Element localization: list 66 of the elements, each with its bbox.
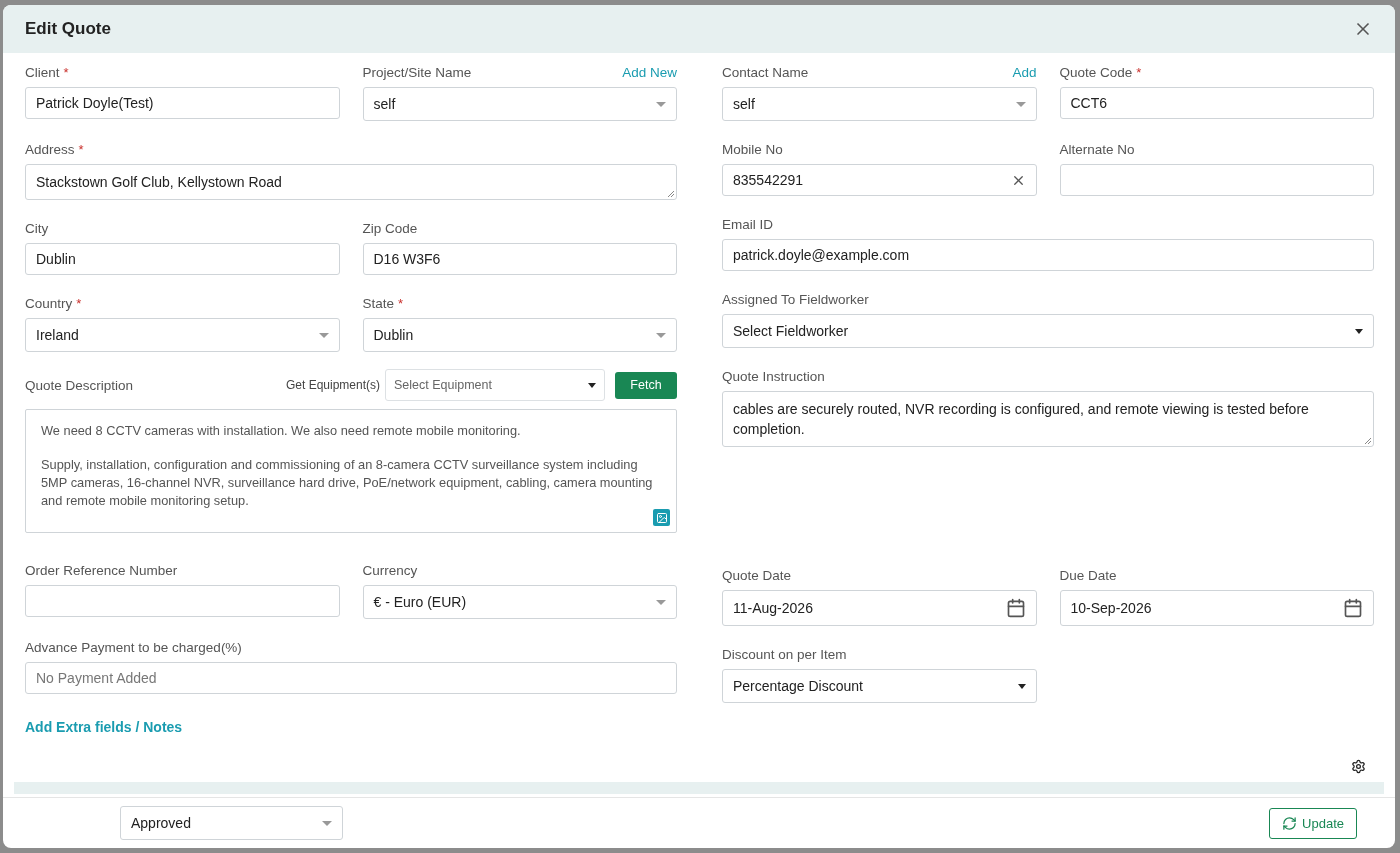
field-label: City [25, 221, 49, 236]
field-label: Assigned To Fieldworker [722, 292, 869, 307]
field-label: Quote Description [25, 377, 134, 393]
caret-icon [322, 820, 332, 826]
equipment-select[interactable]: Select Equipment [385, 369, 605, 401]
field-label: Address * [25, 142, 84, 157]
date-field[interactable]: 11-Aug-2026 [722, 590, 1037, 626]
text-field[interactable]: No Payment Added [25, 662, 677, 694]
select-field[interactable]: Ireland [25, 318, 340, 352]
text-field[interactable]: D16 W3F6 [362, 243, 677, 275]
select-field[interactable]: Dublin [362, 318, 677, 352]
field-label: Project/Site Name [362, 65, 472, 80]
caret-icon [656, 599, 666, 605]
field-label: Advance Payment to be charged(%) [25, 640, 242, 655]
text-field[interactable] [1059, 164, 1374, 196]
caret-icon [588, 382, 596, 388]
text-field[interactable]: patrick.doyle@example.com [722, 239, 1374, 271]
field-label: Due Date [1059, 568, 1117, 583]
field-label: Get Equipment(s) [285, 378, 380, 392]
select-field[interactable]: self [722, 87, 1037, 121]
status-select[interactable]: Approved [120, 806, 343, 840]
text-field[interactable]: Dublin [25, 243, 340, 275]
field-label: Client * [25, 65, 69, 80]
select-field[interactable]: € - Euro (EUR) [362, 585, 677, 619]
select-field[interactable]: Select Fieldworker [722, 314, 1374, 348]
calendar-icon[interactable] [1343, 598, 1363, 618]
fetch-button[interactable]: Fetch [615, 371, 677, 399]
select-field[interactable]: Percentage Discount [722, 669, 1037, 703]
field-label: Alternate No [1059, 142, 1135, 157]
field-label: Currency [362, 563, 418, 578]
select-field[interactable]: self [362, 87, 677, 121]
field-label: Email ID [722, 217, 773, 232]
text-area[interactable]: cables are securely routed, NVR recording is configured, and remote viewing is tested before completion. [722, 391, 1374, 447]
field-label: Zip Code [362, 221, 418, 236]
resize-grip-icon [1364, 437, 1372, 445]
description-text: Supply, installation, configuration and commissioning of an 8-camera CCTV surveillance system including 5MP cameras, 16-channel NVR, surveillance hard drive, PoE/network equipment, cabling, camera mounting and remote mobile monitoring setup. [41, 456, 654, 510]
caret-icon [656, 332, 666, 338]
dialog-title: Edit Quote [25, 19, 111, 39]
field-label: State * [362, 296, 404, 311]
text-area[interactable]: Stackstown Golf Club, Kellystown Road [25, 164, 677, 200]
field-label: Quote Instruction [722, 369, 825, 384]
field-label: Quote Code * [1059, 65, 1142, 80]
text-field[interactable] [25, 585, 340, 617]
description-text: We need 8 CCTV cameras with installation. We also need remote mobile monitoring. [41, 422, 522, 440]
caret-icon [1015, 101, 1026, 107]
field-label: Order Reference Number [25, 563, 178, 578]
settings-icon[interactable] [1351, 759, 1366, 774]
field-label: Country * [25, 296, 82, 311]
update-button[interactable]: Update [1269, 807, 1357, 839]
text-field[interactable]: CCT6 [1059, 87, 1374, 119]
caret-icon [1355, 328, 1363, 334]
field-label: Discount on per Item [722, 647, 847, 662]
caret-icon [318, 332, 329, 338]
calendar-icon[interactable] [1005, 598, 1026, 618]
date-field[interactable]: 10-Sep-2026 [1059, 590, 1374, 626]
text-field[interactable]: Patrick Doyle(Test) [25, 87, 340, 119]
refresh-icon [1282, 815, 1298, 831]
field-label: Mobile No [722, 142, 783, 157]
image-icon[interactable] [653, 509, 670, 526]
resize-grip-icon [667, 190, 675, 198]
caret-icon [656, 101, 666, 107]
description-editor[interactable] [25, 409, 677, 533]
text-field[interactable]: 835542291 [722, 164, 1037, 196]
field-label: Quote Date [722, 568, 792, 583]
caret-icon [1018, 683, 1026, 689]
field-label: Contact Name [722, 65, 809, 80]
